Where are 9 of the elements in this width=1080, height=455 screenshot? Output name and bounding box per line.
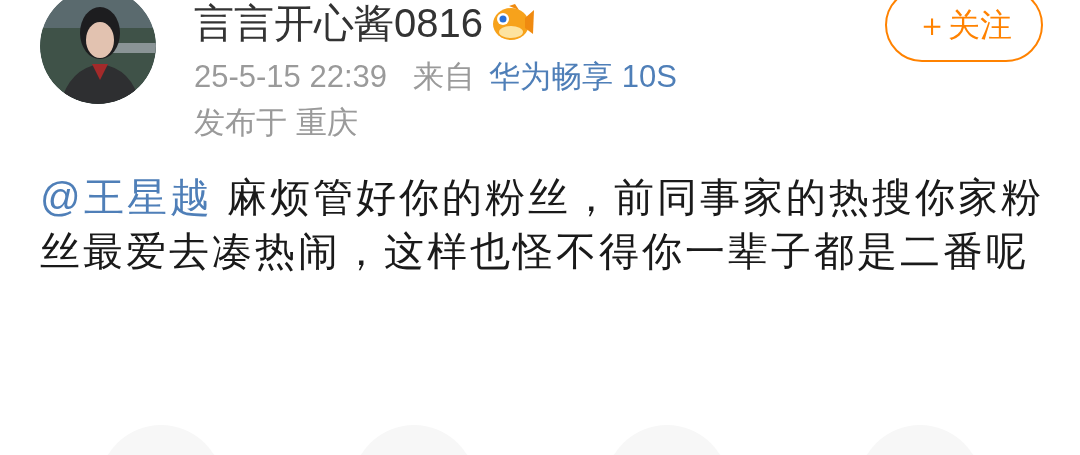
source-label: 来自 (413, 58, 476, 96)
post-text: @王星越 麻烦管好你的粉丝，前同事家的热搜你家粉丝最爱去凑热闹，这样也怪不得你一辈子都是二番呢 (40, 174, 1045, 275)
fish-icon (491, 4, 535, 42)
source-link[interactable]: 华为畅享 10S (489, 58, 677, 96)
username[interactable]: 言言开心酱0816 (194, 0, 483, 46)
mention-link[interactable]: @王星越 (40, 175, 213, 219)
follow-button[interactable]: ＋关注 (885, 0, 1043, 62)
location: 发布于 重庆 (194, 104, 359, 142)
timestamp: 25-5-15 22:39 (194, 58, 388, 96)
